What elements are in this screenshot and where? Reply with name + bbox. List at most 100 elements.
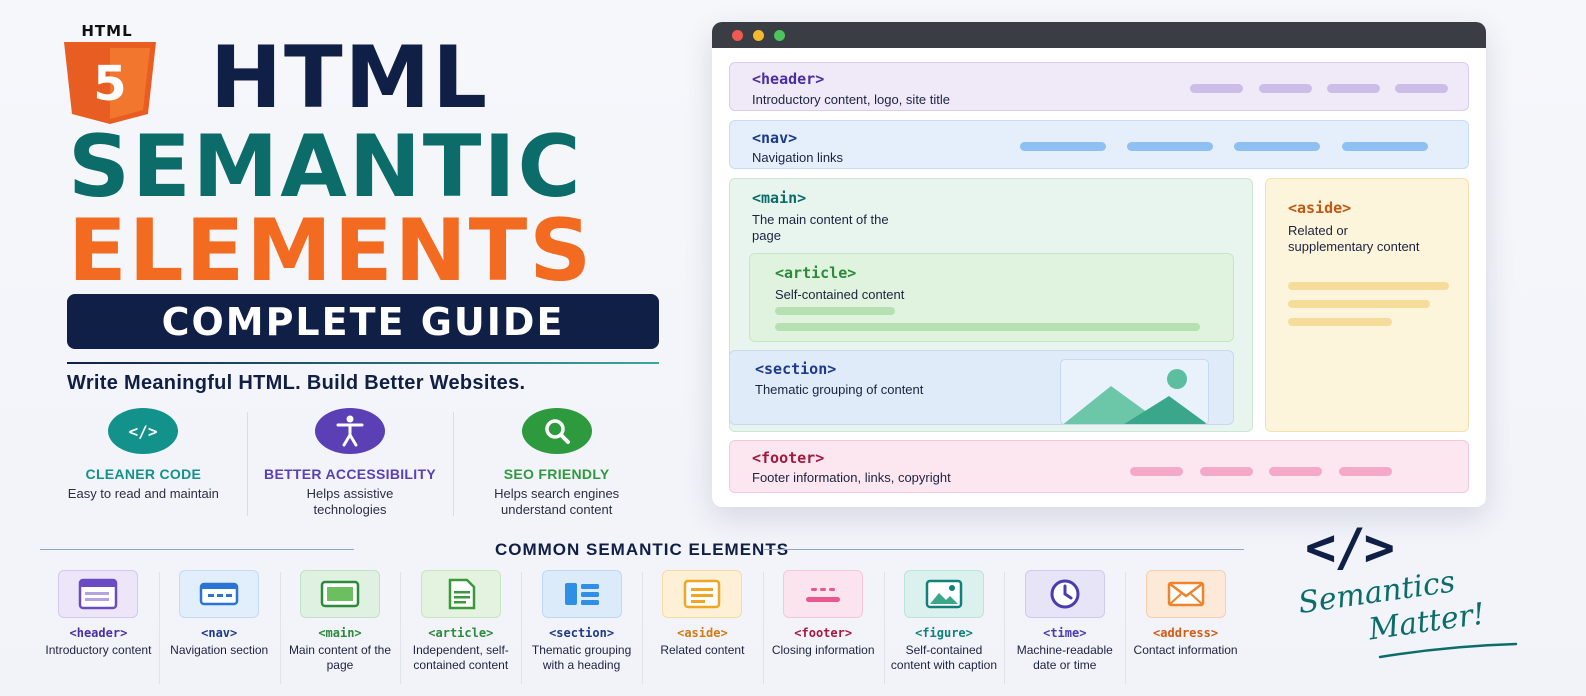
- benefits-row: </> CLEANER CODE Easy to read and mainta…: [40, 408, 660, 520]
- html5-shield-icon: 5: [64, 42, 156, 124]
- minimize-dot-icon: [753, 29, 764, 41]
- placeholder-bar: [1234, 142, 1320, 151]
- element-tag: <main>: [318, 626, 362, 640]
- title-line-semantic: SEMANTIC: [68, 117, 583, 217]
- title-line-elements: ELEMENTS: [68, 201, 594, 301]
- element-tag: <figure>: [915, 626, 973, 640]
- aside-desc: Related or supplementary content: [1288, 223, 1420, 254]
- clock-icon: [1024, 570, 1105, 618]
- benefit-desc: Helps search engines understand content: [494, 486, 620, 517]
- placeholder-bar: [1190, 84, 1243, 93]
- element-card-nav: <nav> Navigation section: [158, 570, 280, 690]
- main-desc: The main content of the page: [752, 212, 889, 243]
- logo-number: 5: [93, 56, 126, 112]
- placeholder-bar: [1395, 84, 1448, 93]
- divider: [67, 362, 659, 364]
- code-symbol: </>: [1305, 518, 1395, 578]
- placeholder-bar: [1288, 282, 1449, 290]
- element-tag: <nav>: [201, 626, 238, 640]
- placeholder-bar: [1020, 142, 1106, 151]
- element-tag: <header>: [69, 626, 128, 640]
- element-desc: Related content: [660, 643, 745, 657]
- common-elements-list: <header> Introductory content <nav> Navi…: [38, 570, 1246, 690]
- element-desc: Introductory content: [45, 643, 152, 657]
- tagline: Write Meaningful HTML. Build Better Webs…: [67, 372, 526, 394]
- element-card-aside: <aside> Related content: [641, 570, 763, 690]
- maximize-dot-icon: [774, 29, 785, 41]
- aside-tag: <aside>: [1288, 199, 1352, 217]
- main-icon: [299, 570, 380, 618]
- footer-tag: <footer>: [752, 449, 825, 467]
- placeholder-bar: [1342, 142, 1428, 151]
- envelope-icon: [1145, 570, 1226, 618]
- benefit-title: CLEANER CODE: [85, 466, 202, 482]
- benefit-desc: Easy to read and maintain: [67, 486, 219, 501]
- main-tag: <main>: [752, 189, 807, 207]
- element-card-main: <main> Main content of the page: [279, 570, 401, 690]
- section-desc: Thematic grouping of content: [755, 382, 924, 397]
- layout-aside: <aside> Related or supplementary content: [1265, 178, 1469, 432]
- article-desc: Self-contained content: [775, 287, 905, 302]
- element-card-address: <address> Contact information: [1125, 570, 1246, 690]
- element-tag: <footer>: [794, 626, 853, 640]
- placeholder-bar: [1339, 467, 1392, 476]
- accessibility-icon: [315, 408, 385, 454]
- slogan-underline: [1378, 642, 1518, 659]
- element-card-section: <section> Thematic grouping with a headi…: [521, 570, 642, 690]
- common-elements-heading: COMMON SEMANTIC ELEMENTS: [40, 540, 1244, 560]
- section-icon: [541, 570, 622, 618]
- element-desc: Contact information: [1133, 643, 1238, 657]
- element-tag: <article>: [428, 626, 494, 640]
- element-desc: Main content of the page: [288, 643, 392, 672]
- element-desc: Self-contained content with caption: [890, 643, 997, 672]
- element-card-footer: <footer> Closing information: [762, 570, 884, 690]
- header-icon: [58, 570, 139, 618]
- element-desc: Closing information: [771, 643, 875, 657]
- browser-mockup: <header> Introductory content, logo, sit…: [712, 22, 1486, 507]
- layout-footer: <footer> Footer information, links, copy…: [729, 440, 1469, 493]
- benefit-desc: Helps assistive technologies: [306, 486, 394, 517]
- common-elements-title: COMMON SEMANTIC ELEMENTS: [494, 540, 790, 559]
- aside-icon: [662, 570, 743, 618]
- nav-desc: Navigation links: [752, 150, 844, 165]
- element-desc: Independent, self-contained content: [412, 643, 509, 672]
- image-placeholder-icon: [1060, 359, 1209, 425]
- placeholder-bar: [1288, 318, 1392, 326]
- benefit-seo: SEO FRIENDLY Helps search engines unders…: [453, 408, 660, 520]
- element-card-figure: <figure> Self-contained content with cap…: [883, 570, 1005, 690]
- placeholder-bar: [775, 307, 895, 315]
- search-icon: [521, 408, 592, 454]
- article-icon: [420, 570, 501, 618]
- logo-word: HTML: [81, 22, 133, 40]
- figure-icon: [903, 570, 984, 618]
- placeholder-bar: [1130, 467, 1183, 476]
- element-card-time: <time> Machine-readable date or time: [1004, 570, 1125, 690]
- placeholder-bar: [1288, 300, 1430, 308]
- benefit-title: BETTER ACCESSIBILITY: [264, 466, 436, 482]
- subtitle-banner: COMPLETE GUIDE: [67, 294, 659, 349]
- nav-icon: [179, 570, 260, 618]
- placeholder-bar: [1327, 84, 1380, 93]
- heading-rule: [764, 549, 1244, 550]
- close-dot-icon: [732, 29, 743, 41]
- placeholder-bar: [1269, 467, 1322, 476]
- title-line-html: HTML: [210, 28, 490, 128]
- benefit-cleaner-code: </> CLEANER CODE Easy to read and mainta…: [40, 408, 247, 520]
- element-tag: <time>: [1043, 626, 1087, 640]
- layout-header: <header> Introductory content, logo, sit…: [729, 62, 1469, 111]
- placeholder-bar: [775, 323, 1200, 331]
- element-desc: Thematic grouping with a heading: [531, 643, 632, 672]
- benefit-accessibility: BETTER ACCESSIBILITY Helps assistive tec…: [246, 408, 454, 520]
- element-desc: Navigation section: [170, 643, 269, 657]
- benefit-title: SEO FRIENDLY: [503, 466, 610, 482]
- html5-logo: HTML 5: [62, 22, 158, 129]
- element-card-article: <article> Independent, self-contained co…: [400, 570, 521, 690]
- placeholder-bar: [1127, 142, 1213, 151]
- footer-icon: [783, 570, 864, 618]
- layout-article: <article> Self-contained content: [749, 253, 1234, 342]
- header-desc: Introductory content, logo, site title: [752, 92, 950, 107]
- layout-nav: <nav> Navigation links: [729, 120, 1469, 169]
- placeholder-bar: [1200, 467, 1253, 476]
- element-card-header: <header> Introductory content: [38, 570, 159, 690]
- placeholder-bar: [1259, 84, 1312, 93]
